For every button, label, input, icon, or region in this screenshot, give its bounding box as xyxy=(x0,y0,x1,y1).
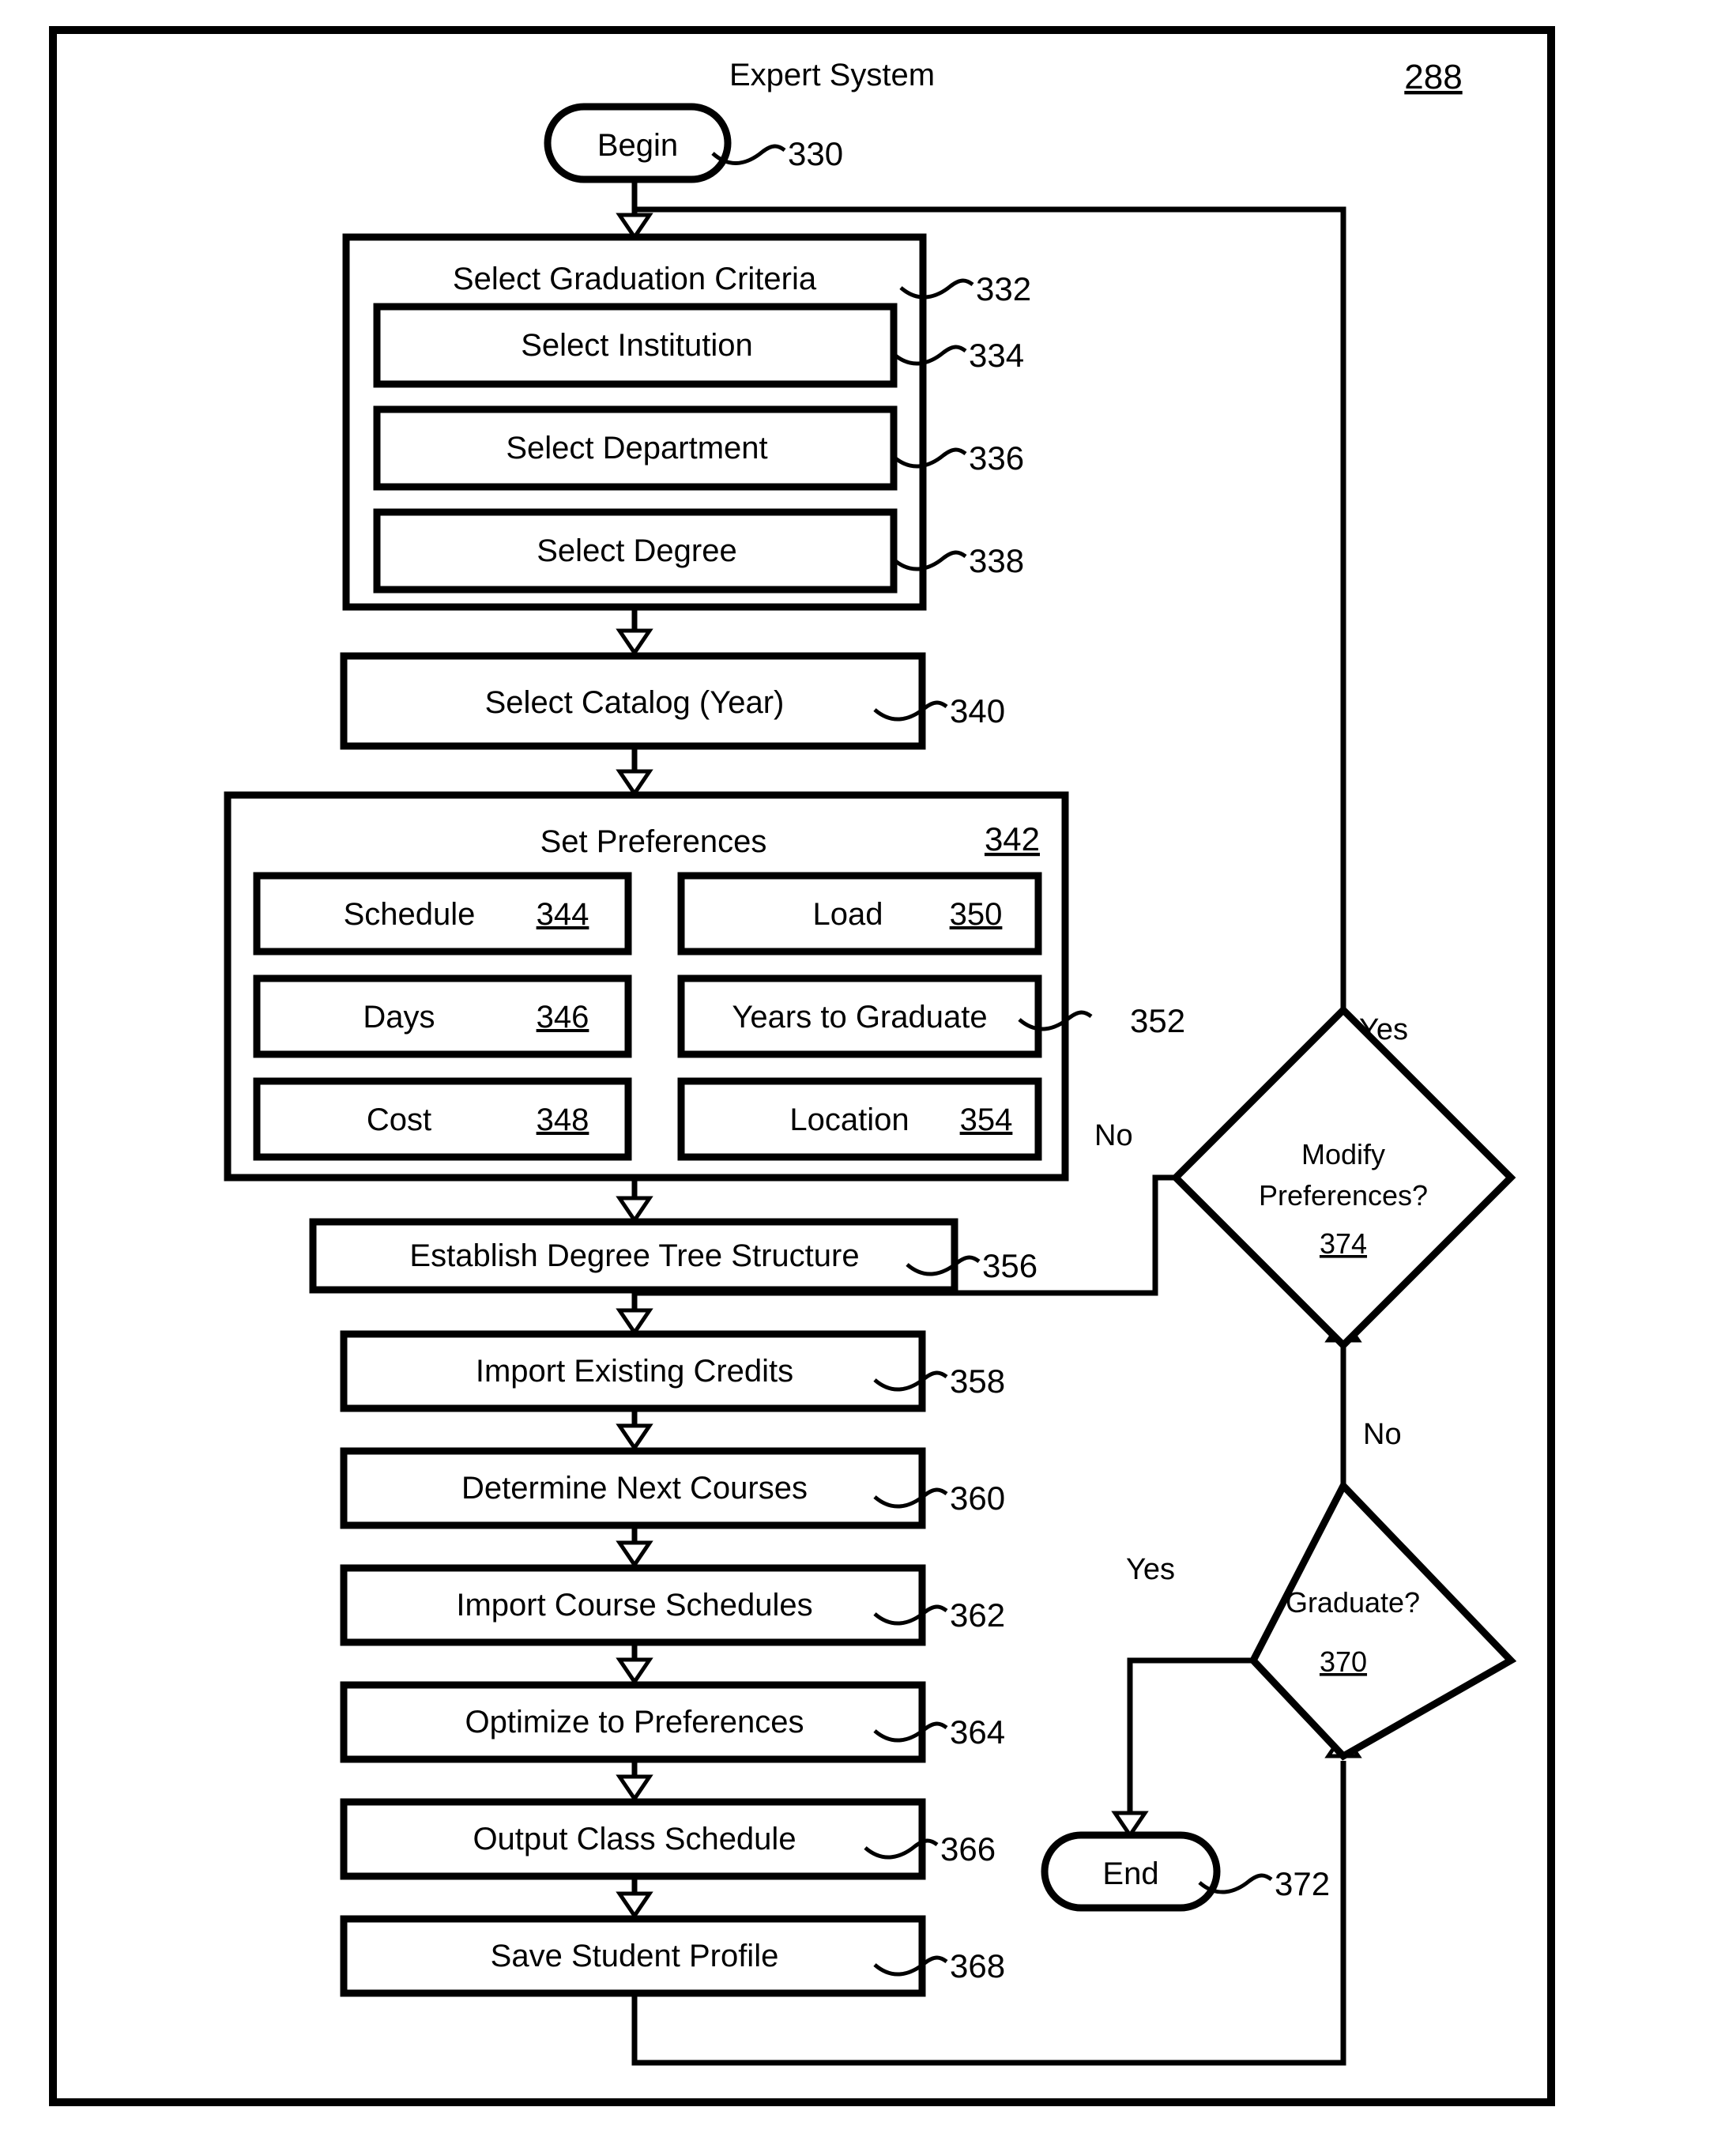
ref-334: 334 xyxy=(969,337,1024,374)
establish-tree-label: Establish Degree Tree Structure xyxy=(409,1238,859,1273)
ref-364: 364 xyxy=(950,1713,1005,1751)
import-schedules-label: Import Course Schedules xyxy=(456,1588,812,1623)
preference-load-label: Load xyxy=(813,897,883,932)
ref-360: 360 xyxy=(950,1479,1005,1517)
begin-label: Begin xyxy=(597,128,678,163)
ref-374: 374 xyxy=(1320,1227,1367,1260)
import-credits-label: Import Existing Credits xyxy=(476,1354,793,1389)
output-schedule-label: Output Class Schedule xyxy=(473,1822,796,1856)
flowchart-canvas: Expert System 288 Begin 330 Select Gradu… xyxy=(49,26,1555,2106)
save-profile-label: Save Student Profile xyxy=(491,1939,779,1973)
ref-358: 358 xyxy=(950,1363,1005,1400)
branch-label-modify-no: No xyxy=(1094,1119,1133,1152)
branch-label-modify-yes: Yes xyxy=(1359,1013,1408,1046)
ref-372: 372 xyxy=(1275,1865,1330,1902)
ref-344: 344 xyxy=(537,897,589,932)
determine-courses-label: Determine Next Courses xyxy=(461,1471,808,1506)
node-end[interactable]: End xyxy=(1041,1831,1221,1912)
preference-years-to-graduate-label: Years to Graduate xyxy=(732,1000,987,1035)
branch-label-graduate-yes: Yes xyxy=(1126,1553,1175,1586)
modify-preferences-label-line2: Preferences? xyxy=(1259,1179,1428,1212)
node-set-preferences-group[interactable]: Set Preferences 342 Schedule 344 Days 34… xyxy=(224,791,1069,1182)
ref-354: 354 xyxy=(960,1102,1013,1137)
node-select-catalog[interactable]: Select Catalog (Year) xyxy=(340,652,926,750)
ref-370: 370 xyxy=(1320,1645,1367,1678)
set-preferences-label: Set Preferences xyxy=(540,824,767,859)
ref-332: 332 xyxy=(976,270,1031,307)
node-determine-courses[interactable]: Determine Next Courses xyxy=(340,1447,926,1529)
select-department-label: Select Department xyxy=(506,431,767,466)
node-import-schedules[interactable]: Import Course Schedules xyxy=(340,1564,926,1646)
ref-342: 342 xyxy=(985,820,1040,858)
ref-350: 350 xyxy=(950,897,1003,932)
ref-338: 338 xyxy=(969,542,1024,579)
ref-340: 340 xyxy=(950,692,1005,729)
select-catalog-label: Select Catalog (Year) xyxy=(485,685,785,720)
ref-368: 368 xyxy=(950,1947,1005,1984)
optimize-label: Optimize to Preferences xyxy=(465,1705,804,1740)
node-save-profile[interactable]: Save Student Profile xyxy=(340,1915,926,1997)
select-degree-label: Select Degree xyxy=(537,533,736,568)
ref-346: 346 xyxy=(537,1000,589,1035)
graduate-label: Graduate? xyxy=(1286,1586,1420,1619)
figure-number: 288 xyxy=(1404,58,1462,96)
select-institution-label: Select Institution xyxy=(521,328,753,363)
ref-336: 336 xyxy=(969,439,1024,477)
node-optimize[interactable]: Optimize to Preferences xyxy=(340,1681,926,1763)
ref-330: 330 xyxy=(788,135,843,172)
ref-348: 348 xyxy=(537,1102,589,1137)
end-label: End xyxy=(1102,1856,1158,1891)
node-output-schedule[interactable]: Output Class Schedule xyxy=(340,1798,926,1880)
page-title: Expert System xyxy=(729,58,935,92)
modify-preferences-label-line1: Modify xyxy=(1301,1138,1385,1170)
node-graduation-criteria-group[interactable]: Select Graduation Criteria Select Instit… xyxy=(342,233,927,611)
preference-cost-label: Cost xyxy=(367,1102,431,1137)
ref-366: 366 xyxy=(940,1830,996,1868)
branch-label-graduate-no: No xyxy=(1363,1418,1402,1451)
ref-352: 352 xyxy=(1130,1002,1185,1039)
node-establish-tree[interactable]: Establish Degree Tree Structure xyxy=(309,1218,958,1294)
node-begin[interactable]: Begin xyxy=(544,103,732,183)
preference-schedule-label: Schedule xyxy=(344,897,476,932)
patent-figure: Expert System 288 Begin 330 Select Gradu… xyxy=(0,0,1721,2156)
preference-location-label: Location xyxy=(789,1102,909,1137)
ref-362: 362 xyxy=(950,1596,1005,1634)
node-import-credits[interactable]: Import Existing Credits xyxy=(340,1330,926,1412)
ref-356: 356 xyxy=(982,1247,1037,1284)
graduation-criteria-label: Select Graduation Criteria xyxy=(453,262,817,296)
preference-days-label: Days xyxy=(363,1000,435,1035)
